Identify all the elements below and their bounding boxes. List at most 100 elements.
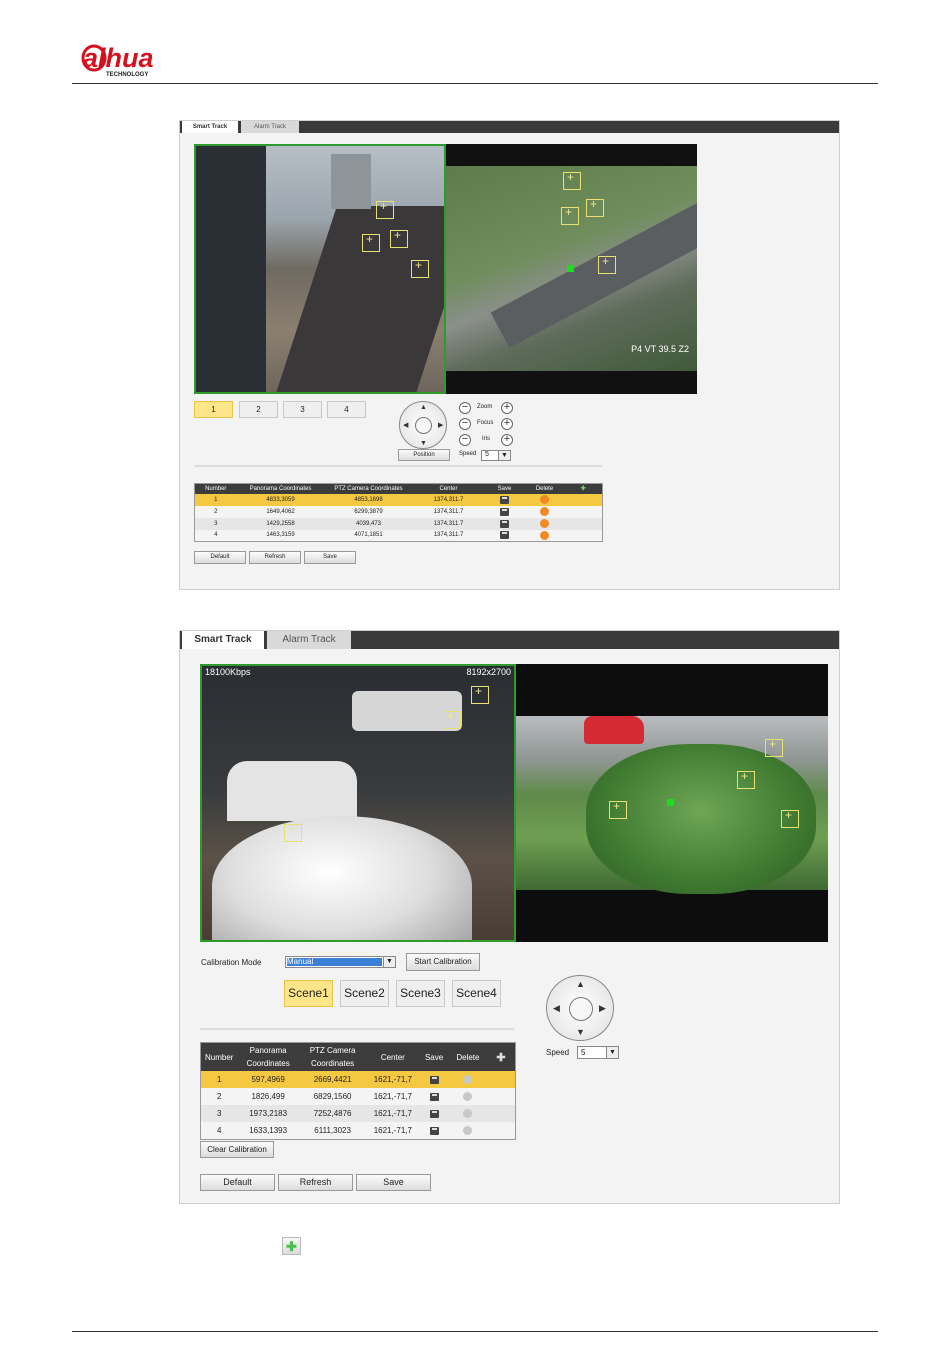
delete-icon[interactable]: [540, 519, 549, 528]
ptz-target-box[interactable]: [609, 799, 627, 819]
arrow-down-icon[interactable]: ▼: [420, 440, 427, 447]
save-icon[interactable]: [429, 1075, 439, 1084]
table-row[interactable]: 3 1973,2183 7252,4876 1621,-71,7: [200, 1105, 516, 1122]
panorama-target-box[interactable]: [390, 228, 408, 248]
delete-icon[interactable]: [463, 1092, 473, 1102]
table-row[interactable]: 2 1649,4062 6299,3879 1374,311.7: [194, 505, 603, 518]
table-row[interactable]: 4 1633,1393 6111,3023 1621,-71,7: [200, 1122, 516, 1139]
ptz-center-button[interactable]: [415, 417, 432, 434]
ptz-target-box[interactable]: [561, 205, 579, 225]
scene-button-2[interactable]: Scene2: [340, 980, 389, 1007]
clear-calibration-button[interactable]: Clear Calibration: [200, 1141, 274, 1158]
iris-plus-icon[interactable]: +: [501, 434, 513, 446]
dropdown-arrow-icon: ▼: [606, 1047, 618, 1058]
zoom-plus-icon[interactable]: +: [501, 402, 513, 414]
ptz-center-marker: [667, 799, 674, 806]
save-icon[interactable]: [429, 1109, 439, 1118]
arrow-up-icon[interactable]: ▲: [576, 980, 585, 989]
scene-button-4[interactable]: 4: [327, 401, 366, 418]
default-button[interactable]: Default: [194, 551, 246, 564]
cell-panorama: 1633,1393: [237, 1122, 299, 1139]
add-icon[interactable]: ✚: [486, 1042, 516, 1071]
panorama-target-box[interactable]: [471, 684, 489, 704]
scene-button-4[interactable]: Scene4: [452, 980, 501, 1007]
zoom-minus-icon[interactable]: −: [459, 402, 471, 414]
calibration-mode-select[interactable]: Manual ▼: [285, 956, 396, 968]
panorama-target-box[interactable]: [376, 199, 394, 219]
cell-ptz: 6299,3879: [324, 505, 413, 518]
ptz-target-box[interactable]: [737, 769, 755, 789]
default-button[interactable]: Default: [200, 1174, 275, 1191]
panorama-target-box[interactable]: [443, 709, 461, 729]
save-button[interactable]: Save: [356, 1174, 431, 1191]
ptz-center-button[interactable]: [569, 997, 593, 1021]
save-button[interactable]: Save: [304, 551, 356, 564]
focus-plus-icon[interactable]: +: [501, 418, 513, 430]
scene-button-1[interactable]: Scene1: [284, 980, 333, 1007]
start-calibration-button[interactable]: Start Calibration: [406, 953, 480, 971]
arrow-left-icon[interactable]: ◀: [403, 422, 408, 429]
panorama-target-box[interactable]: [284, 822, 302, 842]
delete-icon[interactable]: [463, 1109, 473, 1119]
table-row[interactable]: 4 1463,3159 4071,1851 1374,311.7: [194, 529, 603, 542]
ptz-target-box[interactable]: [765, 737, 783, 757]
delete-icon[interactable]: [463, 1075, 473, 1085]
tab-alarm-track[interactable]: Alarm Track: [267, 631, 351, 649]
tab-smart-track[interactable]: Smart Track: [182, 121, 238, 133]
ptz-target-box[interactable]: [598, 254, 616, 274]
tab-alarm-track[interactable]: Alarm Track: [241, 121, 299, 133]
refresh-button[interactable]: Refresh: [278, 1174, 353, 1191]
green-plus-icon: ✚: [286, 1239, 297, 1254]
ptz-direction-pad[interactable]: ▲ ▼ ◀ ▶: [546, 975, 614, 1041]
ptz-video[interactable]: P4 VT 39.5 Z2: [446, 144, 697, 394]
speed-select-value: 5: [581, 1048, 586, 1057]
tab-smart-track[interactable]: Smart Track: [182, 631, 264, 649]
save-icon[interactable]: [500, 531, 509, 540]
scene-button-1[interactable]: 1: [194, 401, 233, 418]
panorama-target-box[interactable]: [411, 258, 429, 278]
speed-select[interactable]: 5 ▼: [481, 450, 511, 461]
arrow-up-icon[interactable]: ▲: [420, 404, 427, 411]
cell-number: 2: [194, 505, 237, 518]
scene-button-3[interactable]: 3: [283, 401, 322, 418]
ptz-center-marker: [567, 265, 574, 272]
delete-icon[interactable]: [540, 530, 549, 540]
ptz-direction-pad[interactable]: ▲ ▼ ◀ ▶: [399, 401, 447, 449]
save-icon[interactable]: [429, 1092, 439, 1101]
delete-icon[interactable]: [463, 1125, 473, 1135]
panorama-target-box[interactable]: [362, 232, 380, 252]
save-icon[interactable]: [500, 519, 509, 528]
position-button[interactable]: Position: [398, 449, 450, 461]
dropdown-arrow-icon: ▼: [383, 957, 395, 967]
table-row[interactable]: 1 597,4969 2669,4421 1621,-71,7: [200, 1071, 516, 1088]
speed-select-value: 5: [485, 451, 489, 458]
ptz-target-box[interactable]: [563, 170, 581, 190]
focus-minus-icon[interactable]: −: [459, 418, 471, 430]
delete-icon[interactable]: [540, 507, 549, 516]
table-row[interactable]: 3 1429,2558 4039,473 1374,311.7: [194, 517, 603, 530]
refresh-button[interactable]: Refresh: [249, 551, 301, 564]
arrow-down-icon[interactable]: ▼: [576, 1028, 585, 1037]
scene-button-3[interactable]: Scene3: [396, 980, 445, 1007]
arrow-right-icon[interactable]: ▶: [438, 422, 443, 429]
save-icon[interactable]: [500, 495, 509, 504]
table-row[interactable]: 2 1826,499 6829,1560 1621,-71,7: [200, 1088, 516, 1105]
panorama-video[interactable]: 18100Kbps 8192x2700: [200, 664, 516, 942]
speed-select[interactable]: 5 ▼: [577, 1046, 619, 1059]
scene-button-2[interactable]: 2: [239, 401, 278, 418]
arrow-right-icon[interactable]: ▶: [599, 1004, 606, 1013]
col-number: Number: [194, 483, 237, 494]
ptz-video[interactable]: [516, 664, 828, 942]
panorama-video[interactable]: [194, 144, 446, 394]
ptz-target-box[interactable]: [781, 808, 799, 828]
iris-minus-icon[interactable]: −: [459, 434, 471, 446]
ptz-target-box[interactable]: [586, 197, 604, 217]
save-icon[interactable]: [500, 507, 509, 516]
building-wall: [196, 146, 266, 392]
arrow-left-icon[interactable]: ◀: [553, 1004, 560, 1013]
delete-icon[interactable]: [540, 495, 549, 504]
table-row[interactable]: 1 4833,3059 4853,1698 1374,311.7: [194, 493, 603, 506]
add-icon[interactable]: ✚: [564, 483, 603, 494]
save-icon[interactable]: [429, 1126, 439, 1135]
cell-ptz: 4853,1698: [324, 493, 413, 506]
